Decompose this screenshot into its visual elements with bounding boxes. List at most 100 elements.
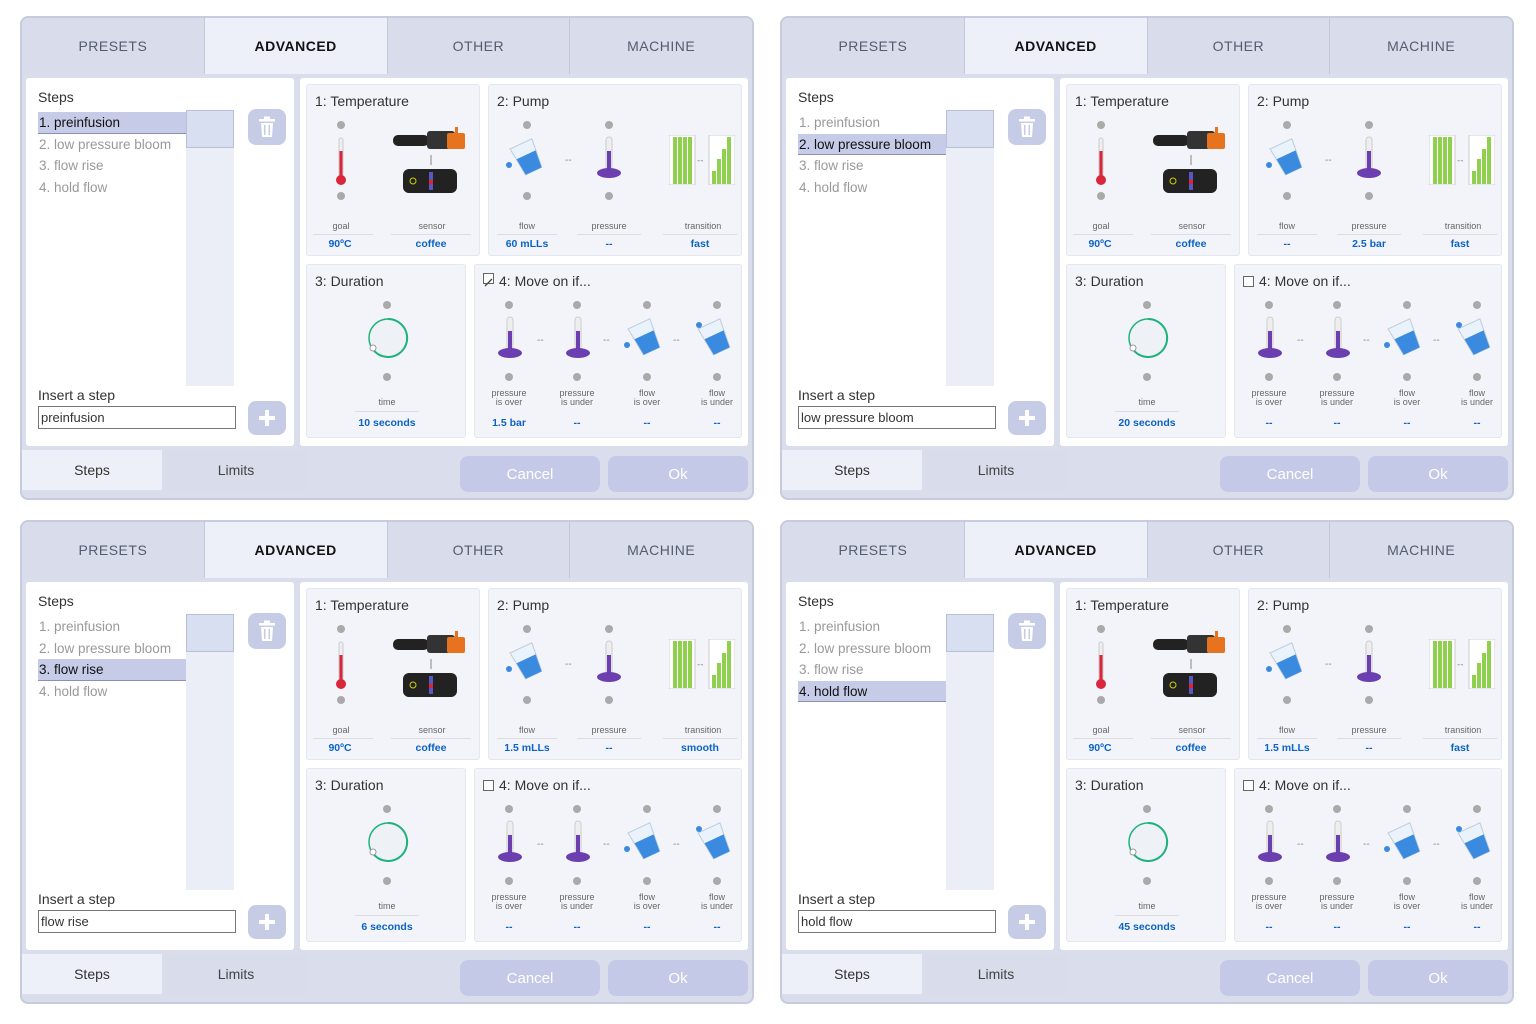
time-up-dot[interactable] — [1143, 805, 1151, 813]
time-up-dot[interactable] — [383, 301, 391, 309]
delete-step-button[interactable] — [248, 109, 286, 145]
flow-up-dot[interactable] — [1283, 625, 1291, 633]
flow-value[interactable]: 60 mLLs — [492, 238, 562, 250]
tab-limits[interactable]: Limits — [164, 954, 308, 994]
tab-machine[interactable]: MACHINE — [570, 18, 752, 74]
pressure-up-dot[interactable] — [1365, 121, 1373, 129]
step-item[interactable]: 2. low pressure bloom — [38, 638, 186, 660]
tab-other[interactable]: OTHER — [387, 522, 571, 578]
step-item[interactable]: 4. hold flow — [38, 177, 186, 199]
tab-steps[interactable]: Steps — [782, 954, 922, 994]
tab-machine[interactable]: MACHINE — [570, 522, 752, 578]
sensor-value[interactable]: coffee — [396, 238, 466, 250]
pressure-under-value[interactable]: -- — [542, 921, 612, 933]
flow-over-value[interactable]: -- — [1372, 417, 1442, 429]
pressure-up-dot[interactable] — [605, 121, 613, 129]
tab-advanced[interactable]: ADVANCED — [204, 18, 388, 74]
steps-scroll-thumb[interactable] — [946, 110, 994, 148]
pressure-value[interactable]: -- — [574, 238, 644, 250]
pressure-over-value[interactable]: -- — [474, 921, 544, 933]
tab-other[interactable]: OTHER — [387, 18, 571, 74]
goal-up-dot[interactable] — [337, 121, 345, 129]
flow-value[interactable]: 1.5 mLLs — [492, 742, 562, 754]
time-value[interactable]: 20 seconds — [1112, 417, 1182, 429]
pressure-value[interactable]: -- — [574, 742, 644, 754]
tab-machine[interactable]: MACHINE — [1330, 522, 1512, 578]
steps-scroll-track[interactable] — [186, 110, 234, 386]
goal-up-dot[interactable] — [337, 625, 345, 633]
steps-scroll-thumb[interactable] — [946, 614, 994, 652]
insert-step-input[interactable]: low pressure bloom — [798, 406, 996, 429]
flow-down-dot[interactable] — [1283, 192, 1291, 200]
tab-advanced[interactable]: ADVANCED — [964, 18, 1148, 74]
cancel-button[interactable]: Cancel — [1220, 960, 1360, 996]
step-item[interactable]: 4. hold flow — [798, 680, 946, 702]
tab-limits[interactable]: Limits — [164, 450, 308, 490]
steps-scroll-track[interactable] — [186, 614, 234, 890]
steps-scroll-thumb[interactable] — [186, 110, 234, 148]
goal-value[interactable]: 90ºC — [305, 742, 375, 754]
pressure-down-dot[interactable] — [605, 192, 613, 200]
move-on-checkbox[interactable] — [483, 780, 494, 791]
goal-down-dot[interactable] — [1097, 696, 1105, 704]
goal-value[interactable]: 90ºC — [1065, 742, 1135, 754]
delete-step-button[interactable] — [1008, 109, 1046, 145]
time-value[interactable]: 45 seconds — [1112, 921, 1182, 933]
flow-up-dot[interactable] — [1283, 121, 1291, 129]
pressure-under-value[interactable]: -- — [542, 417, 612, 429]
tab-advanced[interactable]: ADVANCED — [964, 522, 1148, 578]
insert-step-input[interactable]: flow rise — [38, 910, 236, 933]
transition-value[interactable]: fast — [665, 238, 735, 250]
time-up-dot[interactable] — [1143, 301, 1151, 309]
goal-up-dot[interactable] — [1097, 121, 1105, 129]
step-item[interactable]: 1. preinfusion — [798, 616, 946, 638]
step-item[interactable]: 1. preinfusion — [38, 112, 186, 134]
time-down-dot[interactable] — [383, 877, 391, 885]
step-item[interactable]: 3. flow rise — [798, 155, 946, 177]
move-on-checkbox[interactable] — [1243, 780, 1254, 791]
pressure-over-value[interactable]: -- — [1234, 921, 1304, 933]
goal-down-dot[interactable] — [337, 192, 345, 200]
transition-value[interactable]: fast — [1425, 742, 1495, 754]
flow-up-dot[interactable] — [523, 121, 531, 129]
time-down-dot[interactable] — [383, 373, 391, 381]
sensor-value[interactable]: coffee — [1156, 238, 1226, 250]
pressure-down-dot[interactable] — [1365, 696, 1373, 704]
cancel-button[interactable]: Cancel — [460, 960, 600, 996]
steps-scroll-track[interactable] — [946, 614, 994, 890]
pressure-up-dot[interactable] — [605, 625, 613, 633]
ok-button[interactable]: Ok — [608, 960, 748, 996]
ok-button[interactable]: Ok — [1368, 960, 1508, 996]
add-step-button[interactable] — [248, 905, 286, 939]
time-up-dot[interactable] — [383, 805, 391, 813]
tab-presets[interactable]: PRESETS — [782, 522, 965, 578]
tab-steps[interactable]: Steps — [22, 954, 162, 994]
flow-over-value[interactable]: -- — [1372, 921, 1442, 933]
delete-step-button[interactable] — [248, 613, 286, 649]
move-on-checkbox[interactable] — [483, 273, 494, 287]
tab-presets[interactable]: PRESETS — [22, 522, 205, 578]
step-item[interactable]: 2. low pressure bloom — [798, 133, 946, 155]
step-item[interactable]: 2. low pressure bloom — [798, 638, 946, 660]
goal-value[interactable]: 90ºC — [1065, 238, 1135, 250]
pressure-down-dot[interactable] — [605, 696, 613, 704]
add-step-button[interactable] — [1008, 905, 1046, 939]
pressure-value[interactable]: -- — [1334, 742, 1404, 754]
cancel-button[interactable]: Cancel — [1220, 456, 1360, 492]
time-value[interactable]: 6 seconds — [352, 921, 422, 933]
sensor-value[interactable]: coffee — [1156, 742, 1226, 754]
sensor-value[interactable]: coffee — [396, 742, 466, 754]
flow-under-value[interactable]: -- — [1442, 417, 1512, 429]
tab-presets[interactable]: PRESETS — [782, 18, 965, 74]
goal-down-dot[interactable] — [337, 696, 345, 704]
add-step-button[interactable] — [1008, 401, 1046, 435]
flow-over-value[interactable]: -- — [612, 417, 682, 429]
delete-step-button[interactable] — [1008, 613, 1046, 649]
flow-down-dot[interactable] — [523, 696, 531, 704]
time-down-dot[interactable] — [1143, 877, 1151, 885]
steps-scroll-track[interactable] — [946, 110, 994, 386]
move-on-checkbox[interactable] — [1243, 276, 1254, 287]
step-item[interactable]: 3. flow rise — [38, 155, 186, 177]
pressure-over-value[interactable]: -- — [1234, 417, 1304, 429]
ok-button[interactable]: Ok — [1368, 456, 1508, 492]
